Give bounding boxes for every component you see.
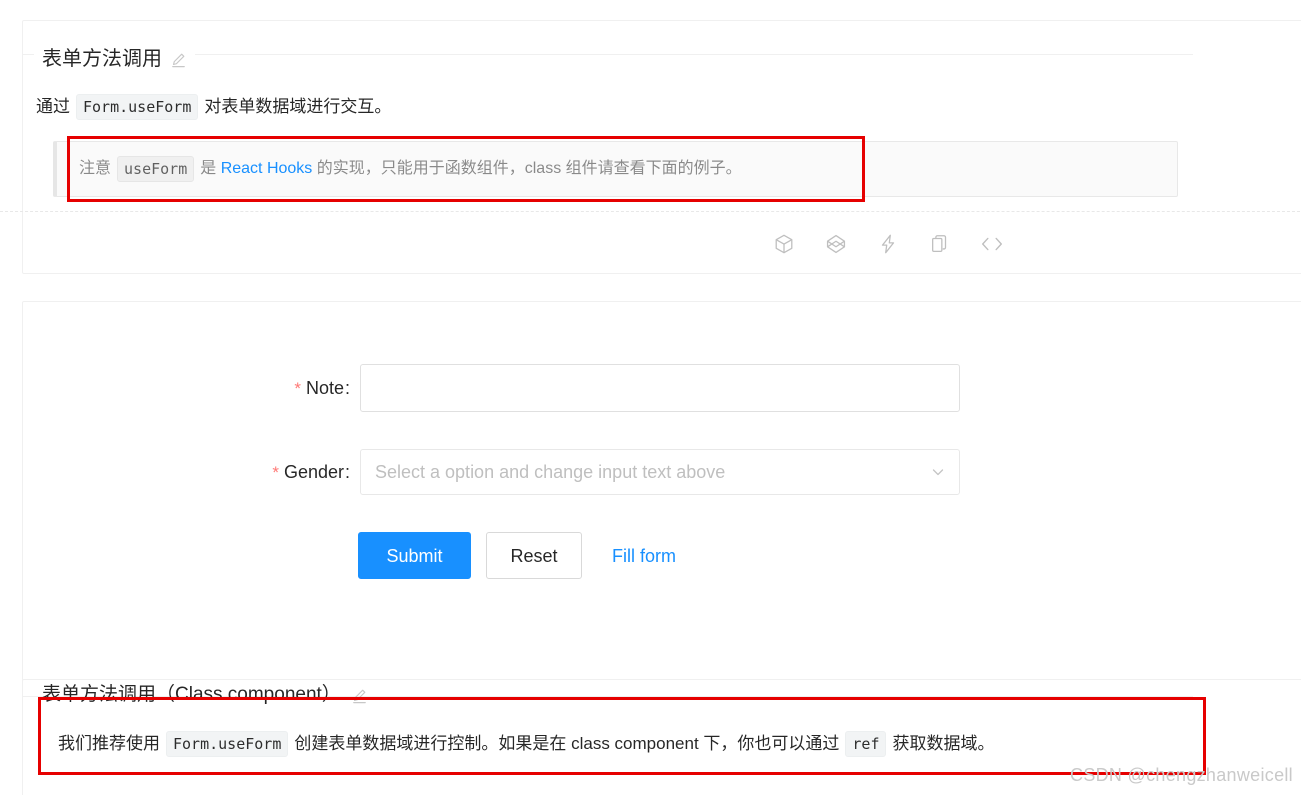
chevron-down-icon <box>931 465 945 479</box>
form-label-note-text: Note <box>305 377 344 398</box>
alert-text-before-link: 是 <box>200 160 217 177</box>
inline-code-useform: Form.useForm <box>76 94 199 120</box>
pencil-edit-icon-two[interactable] <box>351 687 368 704</box>
codepen-icon[interactable] <box>822 230 850 258</box>
form-buttons: Submit Reset Fill form <box>358 532 680 579</box>
code-brackets-icon[interactable] <box>978 230 1006 258</box>
alert-text-after-link: 的实现，只能用于函数组件，class 组件请查看下面的例子。 <box>316 160 742 177</box>
demo-title-rule <box>23 54 1193 55</box>
form-label-note: * Note : <box>258 378 350 399</box>
description-suffix: 对表单数据域进行交互。 <box>204 97 392 116</box>
inline-code-ref: ref <box>845 731 887 757</box>
copy-icon[interactable] <box>926 230 954 258</box>
submit-button[interactable]: Submit <box>358 532 471 579</box>
demo-two-description: 我们推荐使用 Form.useForm 创建表单数据域进行控制。如果是在 cla… <box>58 730 994 758</box>
demo-two-desc-part2: 创建表单数据域进行控制。如果是在 class component 下，你也可以通… <box>294 734 840 753</box>
note-input[interactable] <box>360 364 960 412</box>
form-item-note: * Note : <box>258 364 960 412</box>
reset-button[interactable]: Reset <box>486 532 582 579</box>
react-hooks-link[interactable]: React Hooks <box>221 157 313 181</box>
pencil-edit-icon[interactable] <box>170 51 187 68</box>
alert-label: 注意 <box>79 160 112 177</box>
description-prefix: 通过 <box>36 97 70 116</box>
fill-form-button[interactable]: Fill form <box>608 547 680 565</box>
demo-two-desc-part3: 获取数据域。 <box>892 734 995 753</box>
form-item-gender: * Gender : Select a option and change in… <box>245 449 960 495</box>
stackblitz-icon[interactable] <box>874 230 902 258</box>
inline-code-useform-alert: useForm <box>117 156 195 182</box>
form-label-gender-text: Gender <box>283 461 344 482</box>
gender-select-placeholder: Select a option and change input text ab… <box>375 462 726 482</box>
demo-action-icons <box>770 230 1006 258</box>
page-root: 表单方法调用 通过 Form.useForm 对表单数据域进行交互。 注意 us… <box>0 0 1301 795</box>
form-label-gender: * Gender : <box>245 462 350 483</box>
demo-two-desc-part1: 我们推荐使用 <box>58 734 160 753</box>
alert-note-content: 注意 useForm 是 React Hooks 的实现，只能用于函数组件，cl… <box>79 156 742 182</box>
gender-select[interactable]: Select a option and change input text ab… <box>360 449 960 495</box>
form-label-gender-colon: : <box>344 461 350 482</box>
codesandbox-icon[interactable] <box>770 230 798 258</box>
required-mark-gender: * <box>272 462 279 482</box>
alert-note: 注意 useForm 是 React Hooks 的实现，只能用于函数组件，cl… <box>53 141 1178 197</box>
watermark: CSDN @chengzhanweicell <box>1070 765 1293 785</box>
form-label-note-colon: : <box>344 377 350 398</box>
demo-dashed-divider <box>0 211 1301 212</box>
demo-one-title-text: 表单方法调用 <box>42 48 162 70</box>
demo-two-title: 表单方法调用（Class component） <box>34 681 376 709</box>
required-mark-note: * <box>294 378 301 398</box>
demo-two-title-text: 表单方法调用（Class component） <box>42 684 341 705</box>
demo-one-description: 通过 Form.useForm 对表单数据域进行交互。 <box>36 93 391 121</box>
demo-one-title: 表单方法调用 <box>34 44 195 74</box>
inline-code-useform-two: Form.useForm <box>166 731 289 757</box>
